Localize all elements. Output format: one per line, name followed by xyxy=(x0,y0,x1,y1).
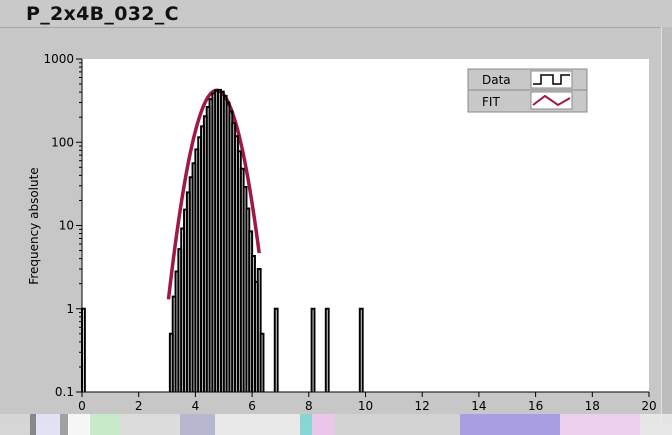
y-tick-label: 0.1 xyxy=(55,385,74,399)
y-tick-label: 10 xyxy=(59,219,74,233)
x-tick-label: 10 xyxy=(358,399,373,413)
y-tick-label: 1 xyxy=(66,302,74,316)
y-tick-label: 100 xyxy=(51,135,74,149)
x-tick-label: 18 xyxy=(585,399,600,413)
legend-label-data: Data xyxy=(482,73,511,87)
x-tick-label: 0 xyxy=(78,399,86,413)
x-tick-label: 14 xyxy=(471,399,486,413)
legend-label-fit: FIT xyxy=(482,95,500,109)
y-axis-label: Frequency absolute xyxy=(27,167,41,284)
x-tick-label: 6 xyxy=(248,399,256,413)
x-tick-label: 8 xyxy=(305,399,313,413)
legend-swatch-data xyxy=(530,70,573,89)
y-tick-label: 1000 xyxy=(43,52,74,66)
screen-artifact-strip xyxy=(0,414,672,435)
x-tick-label: 16 xyxy=(528,399,543,413)
histogram-chart: 0 2 4 6 8 10 12 14 16 18 20 0.1 1 10 100 1000 Frequency… xyxy=(27,52,657,413)
x-tick-label: 20 xyxy=(641,399,656,413)
x-tick-label: 2 xyxy=(135,399,143,413)
x-tick-label: 12 xyxy=(415,399,430,413)
legend[interactable]: Data FIT xyxy=(467,68,588,113)
x-tick-label: 4 xyxy=(192,399,200,413)
